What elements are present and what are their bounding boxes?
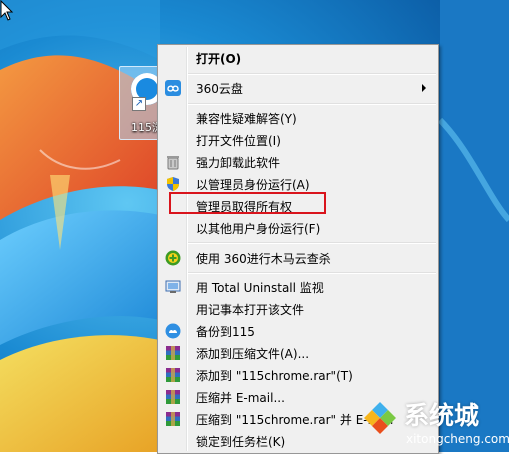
menu-item-label: 添加到 "115chrome.rar"(T): [196, 369, 353, 383]
menu-separator: [188, 73, 436, 75]
context-menu: 打开(O) 360云盘 兼容性疑难解答(Y) 打开文件位置(I) 强力卸载此软件: [157, 44, 439, 454]
menu-separator: [188, 272, 436, 274]
menu-separator: [188, 103, 436, 105]
winrar-icon: [166, 390, 180, 404]
menu-item-force-uninstall[interactable]: 强力卸载此软件: [160, 151, 436, 173]
cloud-disk-icon: [165, 80, 181, 96]
360-scan-icon: [165, 250, 181, 266]
menu-item-label: 添加到压缩文件(A)...: [196, 347, 310, 361]
menu-item-add-to-115chrome-rar[interactable]: 添加到 "115chrome.rar"(T): [160, 364, 436, 386]
menu-item-open-file-location[interactable]: 打开文件位置(I): [160, 129, 436, 151]
menu-item-360-cloud-disk[interactable]: 360云盘: [160, 77, 436, 99]
menu-item-label: 用记事本打开该文件: [196, 303, 305, 317]
backup-cloud-icon: [165, 323, 181, 339]
menu-item-label: 360云盘: [196, 82, 243, 96]
menu-separator: [188, 242, 436, 244]
watermark-url: xitongcheng.com: [406, 432, 509, 446]
menu-item-label: 用 Total Uninstall 监视: [196, 281, 324, 295]
menu-item-label: 以其他用户身份运行(F): [196, 222, 321, 236]
trash-icon: [167, 156, 179, 170]
menu-item-add-to-archive[interactable]: 添加到压缩文件(A)...: [160, 342, 436, 364]
menu-item-compatibility-troubleshoot[interactable]: 兼容性疑难解答(Y): [160, 107, 436, 129]
site-watermark: 系统城 xitongcheng.com: [360, 396, 509, 452]
menu-item-backup-to-115[interactable]: 备份到115: [160, 320, 436, 342]
menu-item-label: 强力卸载此软件: [196, 156, 281, 170]
mouse-cursor-icon: [0, 0, 14, 21]
menu-item-open[interactable]: 打开(O): [160, 47, 436, 69]
menu-item-label: 打开(O): [196, 52, 242, 66]
menu-item-run-as-other-user[interactable]: 以其他用户身份运行(F): [160, 217, 436, 239]
menu-item-label: 以管理员身份运行(A): [196, 178, 310, 192]
shortcut-arrow-icon: ↗: [132, 97, 146, 111]
winrar-icon: [166, 412, 180, 426]
uac-shield-icon: [167, 177, 179, 191]
watermark-name: 系统城: [404, 401, 480, 430]
monitor-icon: [165, 280, 181, 293]
menu-item-label: 压缩并 E-mail...: [196, 391, 285, 405]
menu-item-label: 备份到115: [196, 325, 255, 339]
windows-logo-icon: [364, 402, 396, 434]
menu-item-360-trojan-scan[interactable]: 使用 360进行木马云查杀: [160, 247, 436, 269]
menu-item-open-with-notepad[interactable]: 用记事本打开该文件: [160, 298, 436, 320]
menu-item-total-uninstall-monitor[interactable]: 用 Total Uninstall 监视: [160, 276, 436, 298]
submenu-arrow-icon: [422, 84, 426, 92]
red-highlight-annotation: [169, 192, 326, 214]
winrar-icon: [166, 346, 180, 360]
menu-item-label: 锁定到任务栏(K): [196, 435, 286, 449]
winrar-icon: [166, 368, 180, 382]
menu-item-label: 兼容性疑难解答(Y): [196, 112, 297, 126]
menu-item-label: 打开文件位置(I): [196, 134, 281, 148]
menu-item-label: 使用 360进行木马云查杀: [196, 252, 331, 266]
